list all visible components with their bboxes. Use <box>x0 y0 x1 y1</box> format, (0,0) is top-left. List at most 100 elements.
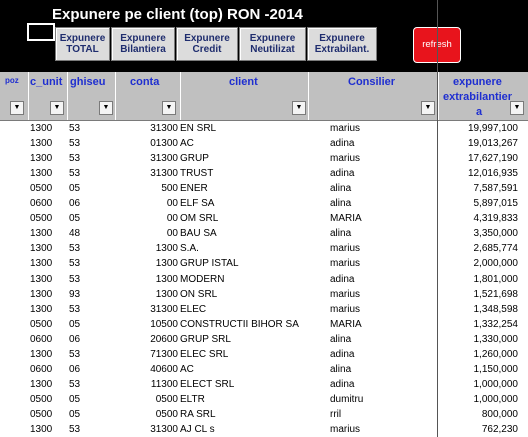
cell-unit[interactable]: 1300 <box>30 424 52 435</box>
cell-consilier[interactable]: adina <box>330 349 354 360</box>
cell-conta[interactable]: 0500 <box>118 409 178 420</box>
cell-consilier[interactable]: marius <box>330 424 360 435</box>
cell-exp[interactable]: 800,000 <box>440 409 518 420</box>
cell-ghiseu[interactable]: 53 <box>69 274 80 285</box>
cell-conta[interactable]: 31300 <box>118 123 178 134</box>
filter-dropdown-expunere[interactable]: ▼ <box>510 101 524 115</box>
cell-exp[interactable]: 1,332,254 <box>440 319 519 330</box>
cell-exp[interactable]: 1,801,000 <box>440 274 519 285</box>
cell-exp[interactable]: 1,000,000 <box>440 394 519 405</box>
cell-ghiseu[interactable]: 93 <box>69 289 80 300</box>
cell-conta[interactable]: 1300 <box>118 243 178 254</box>
cell-ghiseu[interactable]: 53 <box>69 243 80 254</box>
cell-consilier[interactable]: marius <box>330 123 360 134</box>
cell-exp[interactable]: 7,587,591 <box>440 183 519 194</box>
cell-consilier[interactable]: adina <box>330 138 354 149</box>
cell-consilier[interactable]: adina <box>330 274 354 285</box>
cell-exp[interactable]: 1,348,598 <box>440 304 519 315</box>
cell-conta[interactable]: 31300 <box>118 304 178 315</box>
table-row[interactable]: 1300 53 1300 MODERN adina 1,801,000 <box>0 272 528 287</box>
filter-dropdown-ghiseu[interactable]: ▼ <box>99 101 113 115</box>
cell-unit[interactable]: 0600 <box>30 334 52 345</box>
cell-exp[interactable]: 3,350,000 <box>440 228 519 239</box>
cell-ghiseu[interactable]: 48 <box>69 228 80 239</box>
cell-consilier[interactable]: MARIA <box>330 319 362 330</box>
cell-client[interactable]: AJ CL s <box>180 424 215 435</box>
filter-dropdown-poz[interactable]: ▼ <box>10 101 24 115</box>
cell-client[interactable]: AC <box>180 138 194 149</box>
cell-client[interactable]: GRUP SRL <box>180 334 231 345</box>
cell-client[interactable]: AC <box>180 364 194 375</box>
table-row[interactable]: 0600 06 40600 AC alina 1,150,000 <box>0 362 528 377</box>
cell-unit[interactable]: 1300 <box>30 349 52 360</box>
cell-consilier[interactable]: alina <box>330 228 351 239</box>
table-row[interactable]: 1300 53 71300 ELEC SRL adina 1,260,000 <box>0 347 528 362</box>
cell-exp[interactable]: 1,150,000 <box>440 364 519 375</box>
table-row[interactable]: 1300 53 01300 AC adina 19,013,267 <box>0 136 528 151</box>
cell-consilier[interactable]: marius <box>330 304 360 315</box>
cell-client[interactable]: ELEC SRL <box>180 349 228 360</box>
cell-client[interactable]: ON SRL <box>180 289 217 300</box>
cell-client[interactable]: TRUST <box>180 168 213 179</box>
cell-conta[interactable]: 1300 <box>118 289 178 300</box>
table-row[interactable]: 1300 53 1300 GRUP ISTAL marius 2,000,000 <box>0 256 528 271</box>
cell-conta[interactable]: 00 <box>118 213 178 224</box>
cell-ghiseu[interactable]: 53 <box>69 123 80 134</box>
cell-exp[interactable]: 1,521,698 <box>440 289 519 300</box>
cell-consilier[interactable]: marius <box>330 243 360 254</box>
cell-unit[interactable]: 1300 <box>30 138 52 149</box>
table-row[interactable]: 0500 05 10500 CONSTRUCTII BIHOR SA MARIA 1,33… <box>0 317 528 332</box>
table-row[interactable]: 1300 53 31300 AJ CL s marius 762,230 <box>0 422 528 437</box>
cell-ghiseu[interactable]: 06 <box>69 198 80 209</box>
cell-conta[interactable]: 0500 <box>118 394 178 405</box>
cell-exp[interactable]: 19,013,267 <box>440 138 518 149</box>
cell-ghiseu[interactable]: 53 <box>69 138 80 149</box>
table-row[interactable]: 1300 53 31300 ELEC marius 1,348,598 <box>0 302 528 317</box>
cell-unit[interactable]: 1300 <box>30 168 52 179</box>
cell-exp[interactable]: 1,000,000 <box>440 379 519 390</box>
cell-exp[interactable]: 19,997,100 <box>440 123 518 134</box>
cell-ghiseu[interactable]: 53 <box>69 258 80 269</box>
cell-consilier[interactable]: alina <box>330 198 351 209</box>
table-row[interactable]: 0500 05 0500 RA SRL rril 800,000 <box>0 407 528 422</box>
cell-conta[interactable]: 00 <box>118 198 178 209</box>
cell-client[interactable]: BAU SA <box>180 228 217 239</box>
cell-conta[interactable]: 31300 <box>118 168 178 179</box>
table-row[interactable]: 1300 48 00 BAU SA alina 3,350,000 <box>0 226 528 241</box>
cell-exp[interactable]: 12,016,935 <box>440 168 518 179</box>
cell-exp[interactable]: 2,000,000 <box>440 258 519 269</box>
cell-exp[interactable]: 17,627,190 <box>440 153 518 164</box>
expunere-extrabilant-button[interactable]: Expunere Extrabilant. <box>307 27 377 61</box>
cell-exp[interactable]: 4,319,833 <box>440 213 519 224</box>
cell-unit[interactable]: 1300 <box>30 379 52 390</box>
cell-conta[interactable]: 10500 <box>118 319 178 330</box>
cell-client[interactable]: ELTR <box>180 394 205 405</box>
table-row[interactable]: 1300 53 1300 S.A. marius 2,685,774 <box>0 241 528 256</box>
cell-conta[interactable]: 00 <box>118 228 178 239</box>
expunere-neutilizat-button[interactable]: Expunere Neutilizat <box>239 27 306 61</box>
cell-conta[interactable]: 11300 <box>118 379 178 390</box>
table-row[interactable]: 1300 53 31300 TRUST adina 12,016,935 <box>0 166 528 181</box>
cell-client[interactable]: GRUP ISTAL <box>180 258 239 269</box>
cell-unit[interactable]: 0600 <box>30 198 52 209</box>
cell-consilier[interactable]: marius <box>330 289 360 300</box>
cell-consilier[interactable]: adina <box>330 168 354 179</box>
cell-unit[interactable]: 1300 <box>30 274 52 285</box>
cell-unit[interactable]: 1300 <box>30 228 52 239</box>
cell-ghiseu[interactable]: 05 <box>69 213 80 224</box>
cell-ghiseu[interactable]: 05 <box>69 183 80 194</box>
cell-ghiseu[interactable]: 53 <box>69 379 80 390</box>
cell-ghiseu[interactable]: 53 <box>69 168 80 179</box>
table-row[interactable]: 1300 93 1300 ON SRL marius 1,521,698 <box>0 287 528 302</box>
cell-unit[interactable]: 1300 <box>30 243 52 254</box>
cell-unit[interactable]: 1300 <box>30 123 52 134</box>
cell-client[interactable]: MODERN <box>180 274 224 285</box>
cell-exp[interactable]: 5,897,015 <box>440 198 519 209</box>
cell-ghiseu[interactable]: 06 <box>69 334 80 345</box>
cell-conta[interactable]: 1300 <box>118 274 178 285</box>
cell-unit[interactable]: 0500 <box>30 183 52 194</box>
filter-dropdown-conta[interactable]: ▼ <box>162 101 176 115</box>
cell-unit[interactable]: 0500 <box>30 394 52 405</box>
cell-consilier[interactable]: marius <box>330 258 360 269</box>
filter-dropdown-client[interactable]: ▼ <box>292 101 306 115</box>
